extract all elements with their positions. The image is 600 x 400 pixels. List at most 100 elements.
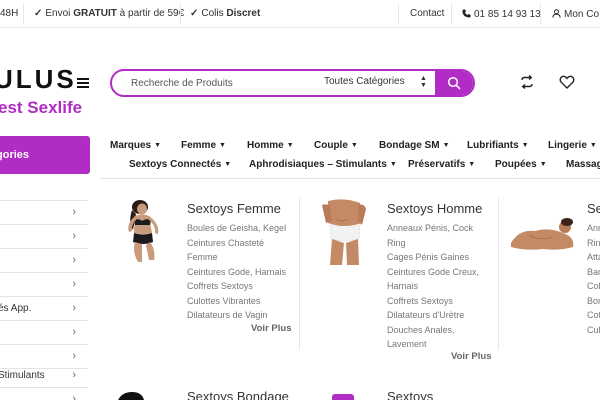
nav-item-lubrifiants[interactable]: Lubrifiants ▼: [467, 140, 529, 151]
compare-icon[interactable]: [519, 74, 535, 90]
category-link[interactable]: Harnais: [387, 279, 479, 294]
sidebar-item[interactable]: ›: [0, 201, 88, 225]
category-link[interactable]: Bon: [587, 294, 600, 309]
category-link[interactable]: Ceintures Gode, Harnais: [187, 265, 286, 280]
category-image-couple[interactable]: [509, 213, 577, 253]
category-link[interactable]: Ring: [387, 236, 479, 251]
category-link[interactable]: Rin: [587, 236, 600, 251]
nav-item-homme[interactable]: Homme ▼: [247, 140, 294, 151]
sidebar-item[interactable]: ›: [0, 388, 88, 400]
column-divider: [498, 198, 499, 350]
column-divider: [299, 198, 300, 350]
category-link[interactable]: Boules de Geisha, Kegel: [187, 221, 286, 236]
nav-item-lingerie[interactable]: Lingerie ▼: [548, 140, 597, 151]
chevron-right-icon: ›: [72, 206, 76, 218]
chevron-right-icon: ›: [72, 302, 76, 314]
category-link[interactable]: Coffrets Sextoys: [387, 294, 479, 309]
contact-link[interactable]: Contact: [410, 8, 444, 19]
category-image-femme[interactable]: [118, 200, 168, 266]
menu-icon[interactable]: [77, 78, 89, 88]
category-link[interactable]: Anneaux Pénis, Cock: [387, 221, 479, 236]
search-button[interactable]: [435, 71, 473, 95]
category-title-partial[interactable]: Se: [587, 201, 600, 216]
category-links-femme: Boules de Geisha, Kegel Ceintures Chaste…: [187, 221, 286, 323]
search-bar: Toutes Catégories ▲▼: [110, 69, 475, 97]
heart-icon[interactable]: [559, 74, 575, 90]
category-select[interactable]: Toutes Catégories: [324, 76, 405, 87]
nav-item-couple[interactable]: Couple ▼: [314, 140, 358, 151]
sidebar-item[interactable]: ›: [0, 321, 88, 345]
chevron-down-icon: ▼: [521, 142, 529, 149]
category-title-bondage[interactable]: Sextoys Bondage: [187, 389, 289, 400]
category-link[interactable]: Dilatateurs d'Urètre: [387, 308, 479, 323]
sidebar-item[interactable]: ›: [0, 225, 88, 249]
chevron-right-icon: ›: [72, 393, 76, 400]
nav-item-poupees[interactable]: Poupées ▼: [495, 159, 547, 170]
category-link[interactable]: Cof: [587, 308, 600, 323]
account-link[interactable]: Mon Co: [552, 8, 599, 20]
category-image-bondage[interactable]: [116, 390, 146, 400]
chevron-down-icon: ▼: [539, 161, 547, 168]
category-link[interactable]: Cages Pénis Gaines: [387, 250, 479, 265]
chevron-right-icon: ›: [72, 278, 76, 290]
category-link[interactable]: Ceintures Chasteté: [187, 236, 286, 251]
see-more-link-femme[interactable]: Voir Plus: [251, 323, 291, 334]
phone-link[interactable]: 01 85 14 93 13: [462, 8, 541, 20]
chevron-down-icon: ▼: [589, 142, 597, 149]
sidebar-item-stimulants[interactable]: Stimulants ›: [0, 364, 88, 388]
chevron-down-icon: ▼: [389, 161, 397, 168]
category-link[interactable]: Dilatateurs de Vagin: [187, 308, 286, 323]
search-input[interactable]: [112, 71, 312, 95]
chevron-down-icon: ▼: [442, 142, 450, 149]
chevron-down-icon: ▼: [154, 142, 162, 149]
sidebar-item[interactable]: ›: [0, 273, 88, 297]
chevron-right-icon: ›: [72, 350, 76, 362]
category-link[interactable]: Ceintures Gode Creux,: [387, 265, 479, 280]
category-link[interactable]: Atta: [587, 250, 600, 265]
category-link[interactable]: Douches Anales,: [387, 323, 479, 338]
category-image-homme[interactable]: [318, 199, 370, 267]
category-title-connected[interactable]: Sextoys: [387, 389, 433, 400]
site-logo[interactable]: ULUS: [0, 64, 77, 95]
chevron-down-icon: ▼: [350, 142, 358, 149]
chevron-down-icon: ▼: [224, 161, 232, 168]
category-title-homme[interactable]: Sextoys Homme: [387, 201, 482, 216]
category-link[interactable]: Culottes Vibrantes: [187, 294, 286, 309]
all-categories-button[interactable]: gories: [0, 136, 90, 174]
nav-item-marques[interactable]: Marques ▼: [110, 140, 161, 151]
chevron-right-icon: ›: [72, 254, 76, 266]
category-link[interactable]: Cul: [587, 323, 600, 338]
chevron-right-icon: ›: [72, 230, 76, 242]
nav-item-aphrodisiaques[interactable]: Aphrodisiaques – Stimulants ▼: [249, 159, 397, 170]
phone-icon: [462, 9, 471, 18]
category-links-partial: Ann Rin Atta Ban Coll Bon Cof Cul: [587, 221, 600, 337]
category-link[interactable]: Coffrets Sextoys: [187, 279, 286, 294]
discreet-package-text: ✓ Colis Discret: [190, 8, 261, 19]
category-title-femme[interactable]: Sextoys Femme: [187, 201, 281, 216]
sidebar-item[interactable]: ›: [0, 249, 88, 273]
check-icon: ✓: [190, 8, 199, 19]
chevron-right-icon: ›: [72, 369, 76, 381]
delivery-delay-text: 48H: [0, 8, 19, 19]
category-link[interactable]: Lavement: [387, 337, 479, 352]
check-icon: ✓: [34, 8, 43, 19]
category-link[interactable]: Ann: [587, 221, 600, 236]
category-link[interactable]: Femme: [187, 250, 286, 265]
chevron-down-icon: ▼: [286, 142, 294, 149]
chevron-down-icon: ▼: [468, 161, 476, 168]
category-links-homme: Anneaux Pénis, Cock Ring Cages Pénis Gai…: [387, 221, 479, 352]
nav-item-connected[interactable]: Sextoys Connectés ▼: [129, 159, 231, 170]
nav-item-femme[interactable]: Femme ▼: [181, 140, 226, 151]
nav-item-preservatifs[interactable]: Préservatifs ▼: [408, 159, 475, 170]
top-bar: 48H ✓ Envoi GRATUIT à partir de 59€ ✓ Coli…: [0, 0, 600, 28]
see-more-link-homme[interactable]: Voir Plus: [451, 351, 491, 362]
free-shipping-text: ✓ Envoi GRATUIT à partir de 59€: [34, 8, 185, 19]
category-link[interactable]: Coll: [587, 279, 600, 294]
nav-item-bondage[interactable]: Bondage SM ▼: [379, 140, 450, 151]
nav-item-massage[interactable]: Massag: [566, 159, 600, 170]
category-image-connected[interactable]: [330, 392, 356, 400]
sidebar-item-connected[interactable]: és App. ›: [0, 297, 88, 321]
category-link[interactable]: Ban: [587, 265, 600, 280]
user-icon: [552, 9, 561, 18]
chevron-right-icon: ›: [72, 326, 76, 338]
